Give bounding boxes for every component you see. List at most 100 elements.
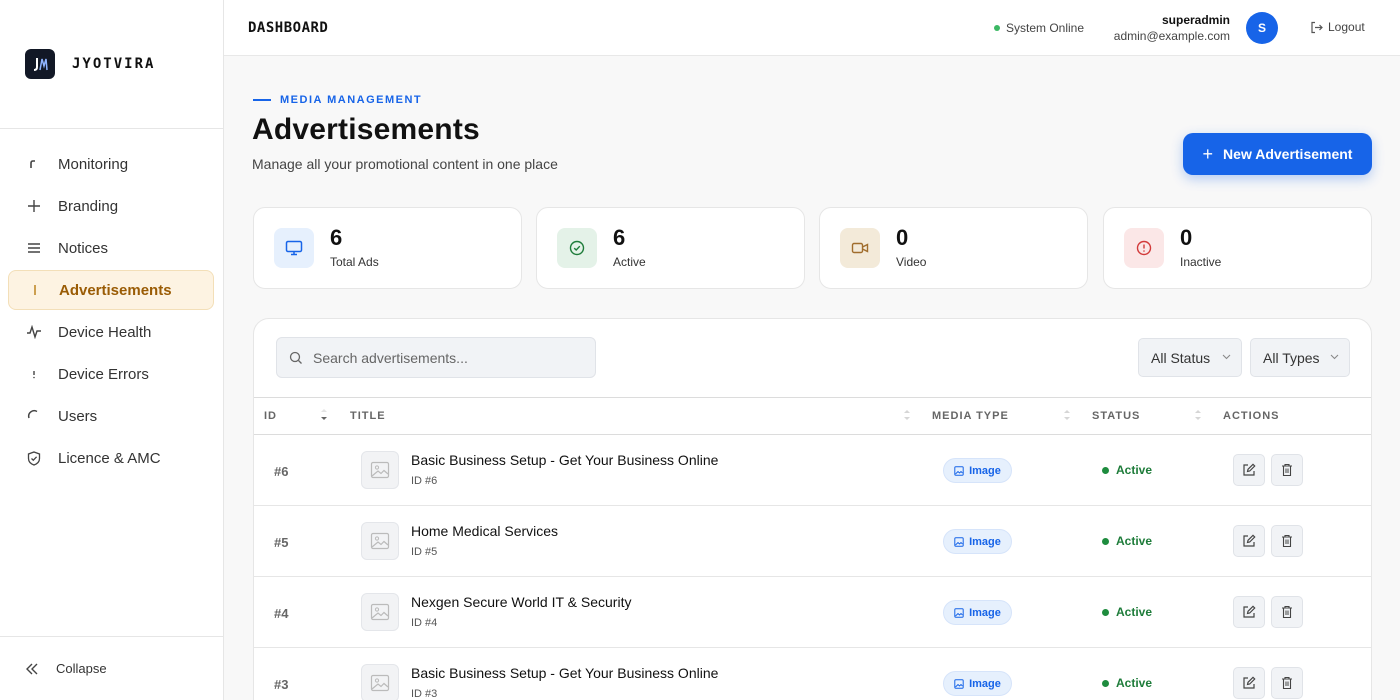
media-type-label: Image	[969, 606, 1001, 619]
edit-icon	[1243, 676, 1256, 689]
sort-desc-icon[interactable]	[320, 408, 328, 422]
status-badge: Active	[1102, 605, 1152, 619]
sidebar-item-label: Branding	[58, 197, 119, 215]
stat-card-active: 6 Active	[536, 207, 805, 289]
status-filter-value: All Status	[1151, 349, 1211, 366]
type-filter-value: All Types	[1263, 349, 1320, 366]
table-row[interactable]: #6 Basic Business Setup - Get Your Busin…	[254, 435, 1371, 506]
image-placeholder-icon	[361, 522, 399, 560]
edit-button[interactable]	[1233, 525, 1265, 557]
column-header-media-type[interactable]: MEDIA TYPE	[932, 410, 1009, 422]
status-dot-icon	[1102, 608, 1109, 616]
column-header-status[interactable]: STATUS	[1092, 410, 1140, 422]
search-icon	[289, 351, 302, 364]
row-title[interactable]: Basic Business Setup - Get Your Business…	[411, 452, 718, 468]
search-box	[276, 337, 596, 378]
row-id: #5	[274, 535, 289, 550]
edit-button[interactable]	[1233, 667, 1265, 699]
delete-button[interactable]	[1271, 667, 1303, 699]
row-subtitle: ID #6	[411, 475, 438, 487]
stat-label: Active	[613, 255, 646, 269]
image-placeholder-icon	[361, 664, 399, 700]
sidebar-item-users[interactable]: Users	[8, 396, 214, 436]
sort-icon[interactable]	[1194, 408, 1202, 422]
users-icon	[26, 408, 42, 424]
avatar[interactable]: S	[1246, 12, 1278, 44]
row-title[interactable]: Nexgen Secure World IT & Security	[411, 594, 631, 610]
sidebar-item-label: Licence & AMC	[58, 449, 161, 467]
search-input[interactable]	[313, 349, 583, 366]
table-row[interactable]: #3 Basic Business Setup - Get Your Busin…	[254, 648, 1371, 700]
sidebar-item-label: Advertisements	[59, 281, 172, 299]
media-type-badge: Image	[943, 458, 1012, 483]
sidebar-item-notices[interactable]: Notices	[8, 228, 214, 268]
row-title[interactable]: Basic Business Setup - Get Your Business…	[411, 665, 718, 681]
sort-icon[interactable]	[903, 408, 911, 422]
stat-value: 0	[896, 225, 909, 250]
row-title[interactable]: Home Medical Services	[411, 523, 558, 539]
image-placeholder-icon	[361, 593, 399, 631]
sidebar-item-device-health[interactable]: Device Health	[8, 312, 214, 352]
row-subtitle: ID #5	[411, 546, 438, 558]
delete-button[interactable]	[1271, 596, 1303, 628]
column-header-id[interactable]: ID	[264, 410, 277, 422]
sidebar-item-label: Device Errors	[58, 365, 149, 383]
plus-icon: +	[1202, 143, 1214, 164]
table-row[interactable]: #4 Nexgen Secure World IT & Security ID …	[254, 577, 1371, 648]
sidebar-item-monitoring[interactable]: Monitoring	[8, 144, 214, 184]
image-icon	[954, 678, 964, 689]
sidebar-item-label: Users	[58, 407, 98, 425]
ads-table-card: All Status All Types ID TITLE MEDIA TYPE…	[253, 318, 1372, 700]
alert-circle-icon	[1124, 228, 1164, 268]
sidebar-item-branding[interactable]: Branding	[8, 186, 214, 226]
column-header-title[interactable]: TITLE	[350, 410, 386, 422]
sidebar-item-device-errors[interactable]: Device Errors	[8, 354, 214, 394]
stat-card-inactive: 0 Inactive	[1103, 207, 1372, 289]
image-icon	[954, 465, 964, 476]
status-label: Active	[1116, 463, 1153, 477]
status-badge: Active	[1102, 676, 1152, 690]
edit-button[interactable]	[1233, 454, 1265, 486]
status-label: Active	[1116, 534, 1153, 548]
user-email: admin@example.com	[1113, 29, 1230, 43]
system-status: System Online	[994, 21, 1084, 35]
new-advertisement-button[interactable]: + New Advertisement	[1183, 133, 1372, 175]
sidebar-item-licence-amc[interactable]: Licence & AMC	[8, 438, 214, 478]
section-tag-text: MEDIA MANAGEMENT	[280, 94, 423, 106]
stat-label: Total Ads	[330, 255, 379, 269]
column-header-actions: ACTIONS	[1223, 410, 1280, 422]
delete-button[interactable]	[1271, 525, 1303, 557]
trash-icon	[1282, 463, 1292, 477]
logout-label: Logout	[1328, 20, 1365, 34]
ads-icon	[27, 282, 43, 298]
brand-logo[interactable]	[25, 49, 55, 79]
sort-icon[interactable]	[1063, 408, 1071, 422]
system-status-text: System Online	[1006, 21, 1085, 35]
sidebar-nav: Monitoring Branding Notices Advertisemen…	[0, 129, 223, 478]
status-badge: Active	[1102, 463, 1152, 477]
chevron-down-icon	[1222, 354, 1231, 360]
media-type-badge: Image	[943, 529, 1012, 554]
type-filter-select[interactable]: All Types	[1250, 338, 1350, 377]
topbar: DASHBOARD System Online superadmin admin…	[224, 0, 1400, 56]
trash-icon	[1282, 676, 1292, 690]
trash-icon	[1282, 605, 1292, 619]
status-dot-icon	[994, 25, 1000, 31]
user-info: superadmin admin@example.com	[1114, 13, 1230, 43]
media-type-label: Image	[969, 464, 1001, 477]
chevrons-left-icon	[25, 662, 39, 676]
sidebar-item-label: Device Health	[58, 323, 152, 341]
logout-button[interactable]: Logout	[1310, 20, 1365, 34]
collapse-label: Collapse	[56, 661, 107, 676]
table-row[interactable]: #5 Home Medical Services ID #5 Image Act…	[254, 506, 1371, 577]
status-filter-select[interactable]: All Status	[1138, 338, 1242, 377]
collapse-button[interactable]: Collapse	[0, 636, 223, 700]
chevron-down-icon	[1330, 354, 1339, 360]
media-type-label: Image	[969, 535, 1001, 548]
delete-button[interactable]	[1271, 454, 1303, 486]
edit-button[interactable]	[1233, 596, 1265, 628]
image-icon	[954, 607, 964, 618]
media-type-badge: Image	[943, 600, 1012, 625]
video-icon	[840, 228, 880, 268]
sidebar-item-advertisements[interactable]: Advertisements	[8, 270, 214, 310]
